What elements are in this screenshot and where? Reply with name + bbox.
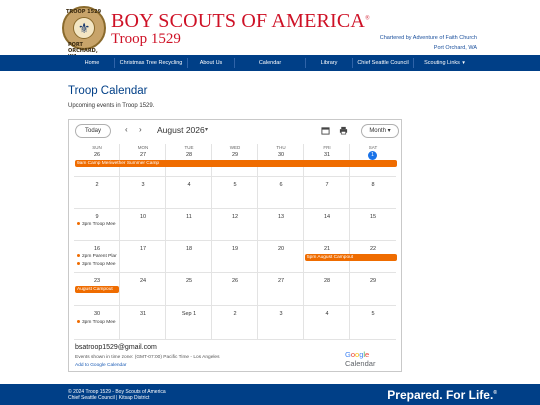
nav-item-home[interactable]: Home: [70, 55, 114, 71]
day-number[interactable]: 19: [212, 246, 258, 252]
google-calendar-logo[interactable]: Google Calendar: [345, 350, 401, 368]
day-number[interactable]: 5: [350, 311, 396, 317]
nav-item-about-us[interactable]: About Us: [188, 55, 234, 71]
day-number[interactable]: 27: [258, 278, 304, 284]
day-number[interactable]: 25: [166, 278, 212, 284]
day-number[interactable]: 23: [74, 278, 120, 284]
calendar-icon[interactable]: [321, 126, 330, 135]
event-dot-icon: [77, 262, 80, 266]
day-number[interactable]: 2: [212, 311, 258, 317]
logo-emblem: ⚜: [73, 17, 95, 39]
print-icon[interactable]: [339, 126, 348, 135]
charter-info: Chartered by Adventure of Faith Church P…: [380, 33, 477, 53]
day-number[interactable]: 31: [304, 152, 350, 158]
day-number[interactable]: 31: [120, 311, 166, 317]
charter-line-2: Port Orchard, WA: [433, 45, 477, 51]
day-number[interactable]: 26: [74, 152, 120, 158]
day-number[interactable]: 2: [74, 182, 120, 188]
day-number[interactable]: 11: [166, 214, 212, 220]
day-number[interactable]: 15: [350, 214, 396, 220]
copyright: © 2024 Troop 1529 - Boy Scouts of Americ…: [68, 389, 166, 401]
timezone-note: Events shown in time zone: (GMT-07:00) P…: [75, 355, 220, 360]
day-number[interactable]: 29: [212, 152, 258, 158]
event-item[interactable]: 3pm Troop Mee: [77, 320, 116, 325]
day-number[interactable]: 24: [120, 278, 166, 284]
nav-item-chief-seattle-council[interactable]: Chief Seattle Council: [353, 55, 413, 71]
charter-line-1[interactable]: Chartered by Adventure of Faith Church: [380, 33, 477, 43]
month-label[interactable]: August 2026: [157, 125, 205, 135]
nav-item-christmas-tree-recycling[interactable]: Christmas Tree Recycling: [115, 55, 187, 71]
chevron-down-icon: ▼: [461, 60, 466, 65]
site-footer: © 2024 Troop 1529 - Boy Scouts of Americ…: [0, 384, 540, 405]
event-item[interactable]: 3pm Troop Mee: [77, 262, 116, 267]
day-number[interactable]: 21: [304, 246, 350, 252]
nav-item-scouting-links[interactable]: Scouting Links ▼: [414, 55, 476, 71]
day-number[interactable]: 30: [74, 311, 120, 317]
month-grid: SUN MON TUE WED THU FRI SAT 26 27 28 29 …: [74, 144, 398, 340]
add-to-google-calendar-link[interactable]: Add to Google Calendar: [75, 363, 126, 368]
event-item[interactable]: 3pm Troop Mee: [77, 222, 116, 227]
view-select-button[interactable]: Month ▾: [361, 124, 399, 138]
calendar-footer: bsatroop1529@gmail.com Events shown in t…: [69, 340, 401, 372]
main-nav: Home Christmas Tree Recycling About Us C…: [0, 55, 540, 71]
day-number[interactable]: 29: [350, 278, 396, 284]
day-number[interactable]: 4: [304, 311, 350, 317]
troop-logo[interactable]: TROOP 1529 ⚜ PORT ORCHARD, WA: [62, 6, 106, 60]
page-subtitle: Upcoming events in Troop 1529.: [68, 103, 155, 109]
day-number[interactable]: 18: [166, 246, 212, 252]
day-number[interactable]: 8: [350, 182, 396, 188]
day-number[interactable]: 26: [212, 278, 258, 284]
site-header: TROOP 1529 ⚜ PORT ORCHARD, WA BOY SCOUTS…: [0, 0, 540, 60]
chevron-down-icon: ▾: [387, 128, 391, 134]
troop-title: Troop 1529: [111, 31, 181, 47]
day-number[interactable]: 16: [74, 246, 120, 252]
day-number[interactable]: Sep 1: [166, 311, 212, 317]
nav-item-library[interactable]: Library: [306, 55, 352, 71]
day-number[interactable]: 12: [212, 214, 258, 220]
page-title: Troop Calendar: [68, 85, 148, 97]
day-number[interactable]: 30: [258, 152, 304, 158]
day-number[interactable]: 20: [258, 246, 304, 252]
event-chip[interactable]: August Campout: [75, 286, 119, 293]
prev-month-icon[interactable]: ‹: [125, 125, 128, 135]
event-dot-icon: [77, 254, 80, 258]
day-number[interactable]: 5: [212, 182, 258, 188]
chevron-down-icon[interactable]: ▾: [205, 126, 208, 133]
nav-item-calendar[interactable]: Calendar: [235, 55, 305, 71]
day-number[interactable]: 17: [120, 246, 166, 252]
event-item[interactable]: 2pm Parent Plar: [77, 254, 117, 259]
day-number[interactable]: 6: [258, 182, 304, 188]
event-dot-icon: [77, 222, 80, 226]
today-button[interactable]: Today: [75, 124, 111, 138]
page: TROOP 1529 ⚜ PORT ORCHARD, WA BOY SCOUTS…: [0, 0, 540, 405]
calendar-toolbar: Today ‹ › August 2026 ▾ Month ▾: [69, 120, 401, 142]
event-chip[interactable]: 9am Camp Meriwether Summer Camp: [75, 160, 397, 167]
day-number[interactable]: 13: [258, 214, 304, 220]
day-number[interactable]: 7: [304, 182, 350, 188]
event-chip[interactable]: 5pm August Campout: [305, 254, 397, 261]
day-number[interactable]: 3: [120, 182, 166, 188]
calendar-owner-email: bsatroop1529@gmail.com: [75, 344, 157, 351]
day-number[interactable]: 3: [258, 311, 304, 317]
today-day-number[interactable]: 1: [368, 151, 377, 160]
day-number[interactable]: 14: [304, 214, 350, 220]
day-number[interactable]: 27: [120, 152, 166, 158]
next-month-icon[interactable]: ›: [139, 125, 142, 135]
logo-text-top: TROOP 1529: [66, 9, 102, 15]
day-number[interactable]: 28: [166, 152, 212, 158]
fleur-de-lis-icon: ⚜: [77, 21, 91, 37]
slogan: Prepared. For Life.®: [387, 388, 497, 402]
copyright-line-2: Chief Seattle Council | Kitsap District: [68, 395, 150, 401]
embedded-calendar: Today ‹ › August 2026 ▾ Month ▾ SUN MON …: [68, 119, 402, 372]
event-dot-icon: [77, 320, 80, 324]
day-number[interactable]: 4: [166, 182, 212, 188]
org-title: BOY SCOUTS OF AMERICA®: [111, 10, 370, 32]
day-number[interactable]: 28: [304, 278, 350, 284]
day-number[interactable]: 22: [350, 246, 396, 252]
day-number[interactable]: 9: [74, 214, 120, 220]
day-number[interactable]: 10: [120, 214, 166, 220]
